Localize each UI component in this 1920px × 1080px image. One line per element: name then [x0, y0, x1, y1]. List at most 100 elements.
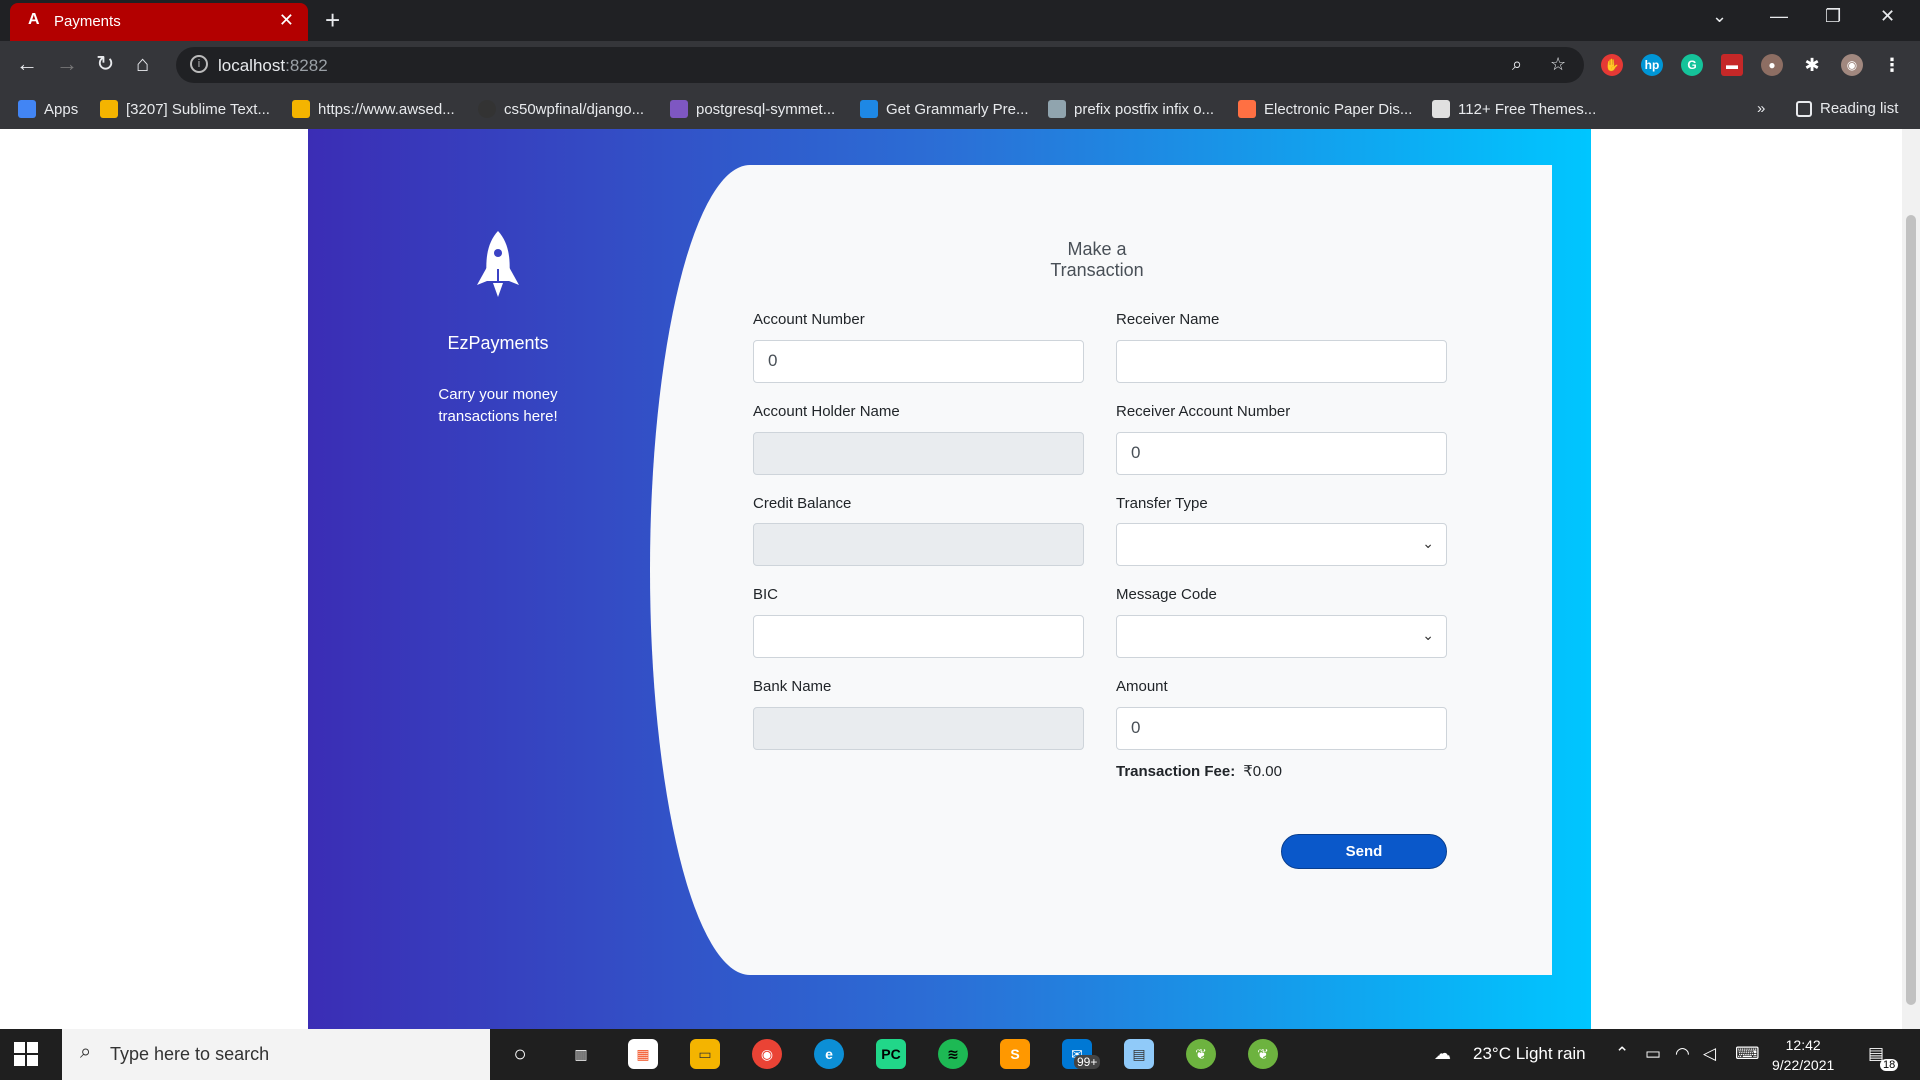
receiver-account-input[interactable]: 0	[1116, 432, 1447, 475]
send-button[interactable]: Send	[1281, 834, 1447, 869]
weather-text[interactable]: 23°C Light rain	[1473, 1044, 1586, 1064]
tab-search-icon[interactable]: ⌄	[1712, 6, 1727, 27]
bookmark-sublime[interactable]: [3207] Sublime Text...	[100, 100, 270, 118]
reading-list-button[interactable]: Reading list	[1796, 100, 1898, 117]
site-info-icon[interactable]: i	[190, 55, 208, 73]
adblock-extension-icon[interactable]: ✋	[1601, 54, 1623, 76]
pycharm-icon[interactable]: PC	[876, 1039, 906, 1069]
rocket-icon	[477, 231, 519, 297]
tab-payments[interactable]: A Payments ✕	[10, 3, 308, 41]
cookie-extension-icon[interactable]: ●	[1761, 54, 1783, 76]
chrome-icon[interactable]: ◉	[752, 1039, 782, 1069]
wifi-icon[interactable]: ◠	[1675, 1044, 1690, 1064]
spring-icon[interactable]: ❦	[1186, 1039, 1216, 1069]
receiver-name-input[interactable]	[1116, 340, 1447, 383]
search-placeholder: Type here to search	[110, 1044, 270, 1064]
bookmark-postgres[interactable]: postgresql-symmet...	[670, 100, 835, 118]
bookmark-themes[interactable]: 112+ Free Themes...	[1432, 100, 1596, 118]
apps-grid-icon	[18, 100, 36, 118]
forward-icon[interactable]: →	[56, 51, 78, 77]
address-bar[interactable]: i localhost:8282 ⌕ ☆	[176, 47, 1584, 83]
tab-title: Payments	[54, 13, 121, 30]
home-icon[interactable]: ⌂	[136, 51, 149, 77]
keyboard-icon[interactable]: ⌨	[1735, 1044, 1760, 1064]
bookmarks-bar: Apps [3207] Sublime Text... https://www.…	[0, 89, 1920, 129]
store-icon[interactable]: ▦	[628, 1039, 658, 1069]
new-tab-icon[interactable]: +	[325, 5, 340, 36]
extensions-puzzle-icon[interactable]: ✱	[1801, 54, 1823, 76]
bookmark-grammarly[interactable]: Get Grammarly Pre...	[860, 100, 1029, 118]
more-bookmarks-icon[interactable]: »	[1757, 100, 1765, 117]
site-favicon-icon: A	[28, 11, 40, 28]
windows-taskbar: ⌕ Type here to search ○ ▥ ▦ ▭ ◉ e PC ≋ S…	[0, 1029, 1920, 1080]
heroku-icon	[670, 100, 688, 118]
brand-section: EzPayments Carry your money transactions…	[392, 229, 604, 428]
receiver-name-label: Receiver Name	[1116, 311, 1220, 328]
paper-icon	[1238, 100, 1256, 118]
profile-avatar[interactable]: ◉	[1841, 54, 1863, 76]
zoom-icon[interactable]: ⌕	[1512, 54, 1522, 75]
grammarly-extension-icon[interactable]: G	[1681, 54, 1703, 76]
bookmark-github[interactable]: cs50wpfinal/django...	[478, 100, 644, 118]
spotify-icon[interactable]: ≋	[938, 1039, 968, 1069]
tab-close-icon[interactable]: ✕	[279, 10, 294, 31]
spring-tool-icon[interactable]: ❦	[1248, 1039, 1278, 1069]
taskbar-search[interactable]: ⌕ Type here to search	[62, 1029, 490, 1080]
task-view-icon[interactable]: ▥	[566, 1039, 596, 1069]
page-viewport: EzPayments Carry your money transactions…	[0, 129, 1920, 1029]
credit-balance-label: Credit Balance	[753, 495, 852, 512]
chevron-down-icon: ⌄	[1422, 627, 1434, 643]
bookmark-prefix[interactable]: prefix postfix infix o...	[1048, 100, 1214, 118]
transaction-fee: Transaction Fee: ₹0.00	[1116, 762, 1282, 780]
tab-strip: A Payments ✕ + ⌄ — ❐ ✕	[0, 0, 1920, 41]
battery-icon[interactable]: ▭	[1645, 1044, 1661, 1064]
form-title: Make a Transaction	[1050, 239, 1144, 280]
chrome-menu-icon[interactable]: ⋮	[1881, 54, 1903, 76]
account-number-input[interactable]: 0	[753, 340, 1084, 383]
bic-label: BIC	[753, 586, 779, 603]
minimize-icon[interactable]: —	[1770, 6, 1788, 27]
scrollbar-thumb[interactable]	[1906, 215, 1916, 1005]
notification-count: 18	[1880, 1059, 1899, 1071]
volume-icon[interactable]: ◁	[1703, 1044, 1716, 1064]
windows-start-icon[interactable]	[14, 1042, 38, 1066]
red-extension-icon[interactable]: ▬	[1721, 54, 1743, 76]
hp-extension-icon[interactable]: hp	[1641, 54, 1663, 76]
receiver-account-label: Receiver Account Number	[1116, 403, 1291, 420]
bookmark-epaper[interactable]: Electronic Paper Dis...	[1238, 100, 1412, 118]
page-scrollbar[interactable]	[1902, 129, 1920, 1029]
account-holder-label: Account Holder Name	[753, 403, 900, 420]
back-icon[interactable]: ←	[16, 51, 38, 77]
credit-balance-input	[753, 523, 1084, 566]
bookmark-star-icon[interactable]: ☆	[1550, 54, 1566, 75]
bic-input[interactable]	[753, 615, 1084, 658]
sublime-icon[interactable]: S	[1000, 1039, 1030, 1069]
themes-icon	[1432, 100, 1450, 118]
cortana-icon[interactable]: ○	[505, 1039, 535, 1069]
window-close-icon[interactable]: ✕	[1880, 6, 1895, 27]
amount-input[interactable]: 0	[1116, 707, 1447, 750]
tray-chevron-icon[interactable]: ⌃	[1615, 1044, 1629, 1064]
search-icon: ⌕	[80, 1041, 92, 1063]
file-explorer-icon[interactable]: ▭	[690, 1039, 720, 1069]
github-icon	[478, 100, 496, 118]
bookmark-apps[interactable]: Apps	[18, 100, 78, 118]
brand-tagline: Carry your money transactions here!	[438, 386, 558, 425]
account-holder-input	[753, 432, 1084, 475]
message-code-label: Message Code	[1116, 586, 1217, 603]
fee-label: Transaction Fee:	[1116, 763, 1236, 780]
transfer-type-select[interactable]: ⌄	[1116, 523, 1447, 566]
restore-icon[interactable]: ❐	[1825, 6, 1841, 27]
reload-icon[interactable]: ↻	[96, 51, 114, 77]
clock-date: 9/22/2021	[1772, 1057, 1835, 1073]
bookmark-awsed[interactable]: https://www.awsed...	[292, 100, 455, 118]
bank-name-label: Bank Name	[753, 678, 832, 695]
message-code-select[interactable]: ⌄	[1116, 615, 1447, 658]
chevron-down-icon: ⌄	[1422, 535, 1434, 551]
edge-icon[interactable]: e	[814, 1039, 844, 1069]
weather-icon[interactable]: ☁	[1434, 1044, 1451, 1064]
account-number-label: Account Number	[753, 311, 865, 328]
browser-toolbar: ← → ↻ ⌂ i localhost:8282 ⌕ ☆ ✋ hp G ▬ ● …	[0, 41, 1920, 89]
system-clock[interactable]: 12:42 9/22/2021	[1772, 1035, 1834, 1075]
database-icon[interactable]: ▤	[1124, 1039, 1154, 1069]
